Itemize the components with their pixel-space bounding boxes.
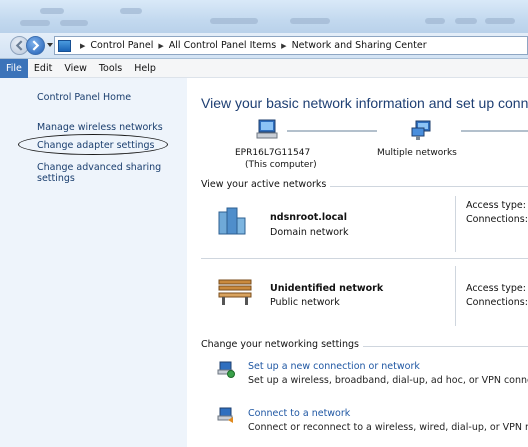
- network-type[interactable]: Public network: [270, 297, 340, 308]
- highlight-ellipse: [18, 134, 168, 155]
- connect-network-link[interactable]: Connect to a network: [248, 408, 350, 419]
- connections-label: Connections:: [466, 214, 528, 225]
- sidebar-manage-wireless[interactable]: Manage wireless networks: [37, 122, 163, 133]
- network-name: Unidentified network: [270, 283, 384, 294]
- connections-label: Connections:: [466, 297, 528, 308]
- settings-header: Change your networking settings: [201, 339, 363, 350]
- menu-help[interactable]: Help: [128, 59, 162, 78]
- computer-icon: [256, 119, 278, 139]
- menu-edit[interactable]: Edit: [28, 59, 58, 78]
- forward-button[interactable]: [26, 36, 45, 55]
- map-connection-line: [461, 130, 528, 132]
- sidebar-change-advanced-sharing-cont[interactable]: settings: [37, 173, 75, 184]
- menu-view[interactable]: View: [58, 59, 93, 78]
- blurred-toolbar-text: [210, 18, 258, 24]
- window-title-bar: [0, 0, 528, 33]
- menu-tools[interactable]: Tools: [93, 59, 128, 78]
- computer-name: EPR16L7G11547: [235, 148, 311, 158]
- sidebar-control-panel-home[interactable]: Control Panel Home: [37, 92, 131, 103]
- blurred-toolbar-text: [425, 18, 445, 24]
- connect-network-icon: [217, 407, 233, 423]
- blurred-toolbar-text: [290, 18, 330, 24]
- multiple-networks-label[interactable]: Multiple networks: [377, 148, 457, 159]
- breadcrumb-network-center[interactable]: Network and Sharing Center: [292, 40, 427, 51]
- network-name: ndsnroot.local: [270, 212, 347, 223]
- recent-pages-dropdown[interactable]: [47, 43, 53, 47]
- map-connection-line: [287, 130, 377, 132]
- blurred-toolbar-text: [120, 8, 142, 14]
- main-content: View your basic network information and …: [187, 78, 528, 447]
- setup-connection-link[interactable]: Set up a new connection or network: [248, 361, 420, 372]
- multiple-networks-icon: [411, 120, 431, 140]
- blurred-toolbar-text: [485, 18, 515, 24]
- breadcrumb-all-items[interactable]: All Control Panel Items: [169, 40, 276, 51]
- chevron-right-icon[interactable]: ▶: [158, 42, 163, 50]
- public-network-bench-icon: [218, 279, 252, 305]
- column-divider: [455, 196, 456, 252]
- blurred-toolbar-text: [455, 18, 477, 24]
- column-divider: [455, 266, 456, 326]
- connect-network-desc: Connect or reconnect to a wireless, wire…: [248, 422, 528, 433]
- section-divider: [201, 258, 528, 259]
- address-bar: ▶ Control Panel ▶ All Control Panel Item…: [0, 33, 528, 59]
- new-connection-icon: [217, 361, 235, 378]
- access-type-label: Access type:: [466, 283, 526, 294]
- blurred-toolbar-text: [60, 20, 88, 26]
- active-networks-header: View your active networks: [201, 179, 331, 190]
- address-field[interactable]: ▶ Control Panel ▶ All Control Panel Item…: [54, 36, 528, 55]
- chevron-right-icon[interactable]: ▶: [80, 42, 85, 50]
- arrow-right-icon: [32, 40, 40, 51]
- sidebar-change-advanced-sharing[interactable]: Change advanced sharing: [37, 162, 161, 173]
- access-type-label: Access type:: [466, 200, 526, 211]
- menu-file[interactable]: File: [0, 58, 28, 78]
- blurred-toolbar-text: [40, 8, 64, 14]
- blurred-toolbar-text: [20, 20, 50, 26]
- arrow-left-icon: [15, 40, 23, 51]
- breadcrumb-control-panel[interactable]: Control Panel: [90, 40, 153, 51]
- control-panel-icon: [58, 39, 71, 52]
- domain-network-icon: [218, 207, 246, 235]
- menu-bar: File Edit View Tools Help: [0, 58, 528, 78]
- setup-connection-desc: Set up a wireless, broadband, dial-up, a…: [248, 375, 528, 386]
- sidebar: Control Panel Home Manage wireless netwo…: [0, 78, 187, 447]
- network-type[interactable]: Domain network: [270, 227, 348, 238]
- computer-subtitle: (This computer): [245, 160, 317, 170]
- page-title: View your basic network information and …: [201, 95, 528, 111]
- chevron-right-icon[interactable]: ▶: [281, 42, 286, 50]
